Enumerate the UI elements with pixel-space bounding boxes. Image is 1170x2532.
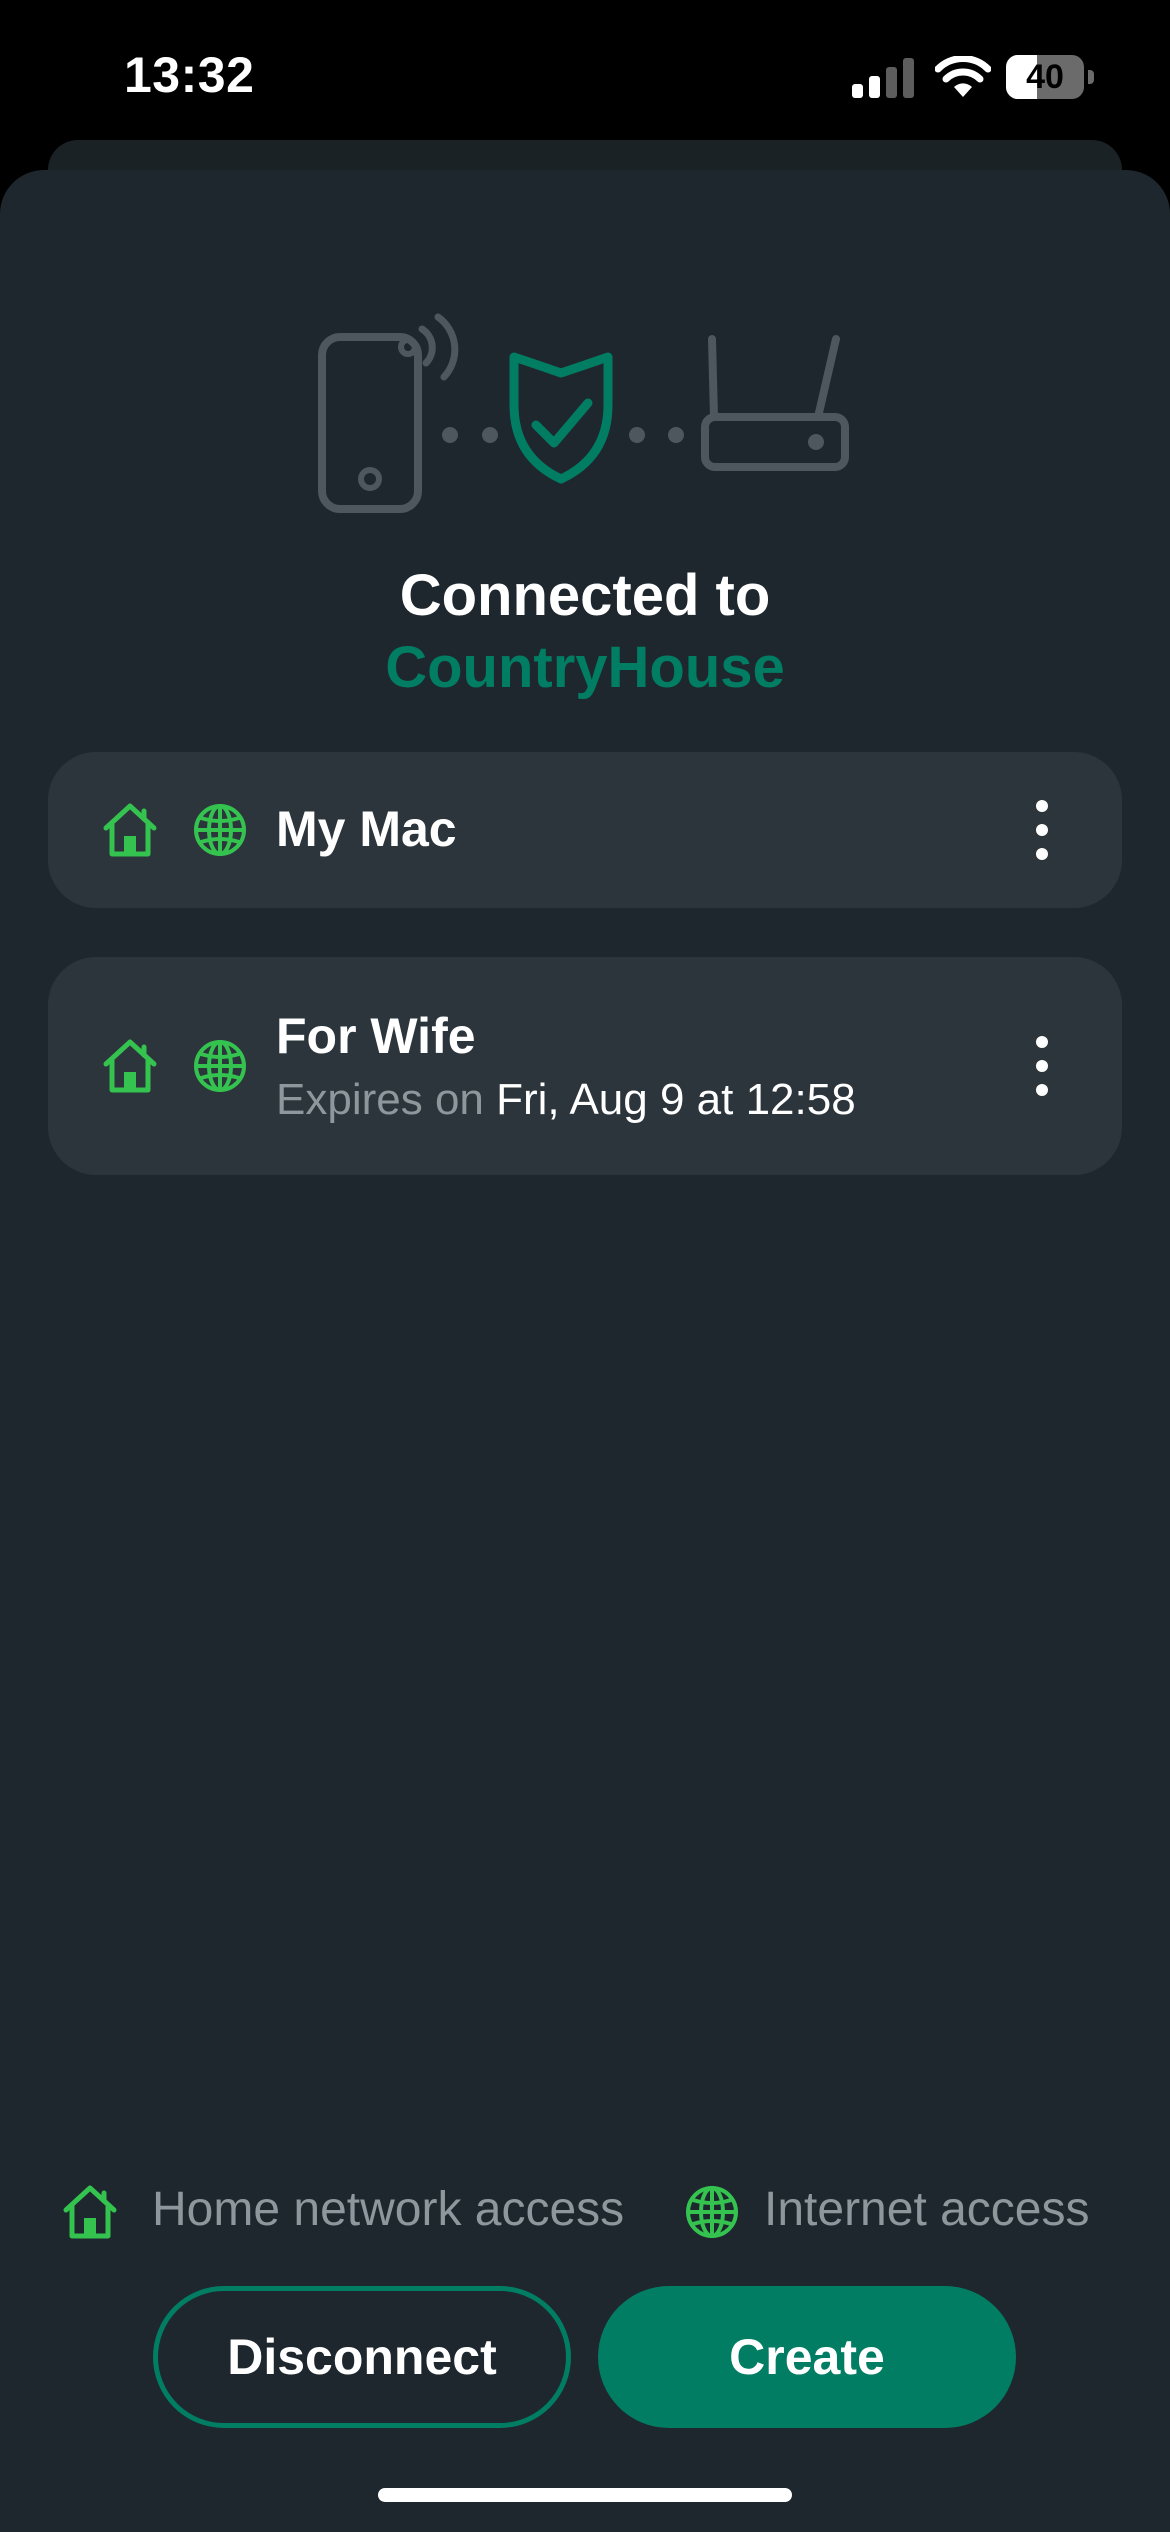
battery-level: 40 [1026,58,1064,96]
shield-check-icon [509,352,613,484]
disconnect-button[interactable]: Disconnect [153,2286,571,2428]
more-vertical-icon[interactable] [1022,1034,1062,1098]
network-name: CountryHouse [385,635,785,700]
cellular-signal-icon [852,58,914,98]
device-expiry: Expires on Fri, Aug 9 at 12:58 [276,1075,856,1125]
globe-icon [686,2186,738,2238]
device-card-for-wife[interactable]: For Wife Expires on Fri, Aug 9 at 12:58 [48,957,1122,1175]
dots-left [442,427,498,443]
status-bar: 13:32 40 [0,0,1170,150]
dots-right [629,427,684,443]
more-vertical-icon[interactable] [1022,798,1062,862]
phone-icon [318,313,459,513]
connection-status-title: Connected to [399,563,771,628]
legend-internet-label: Internet access [764,2183,1090,2236]
access-legend: Home network access Internet access [0,2178,1170,2244]
create-button[interactable]: Create [598,2286,1016,2428]
device-name: For Wife [276,1008,476,1064]
status-time: 13:32 [124,47,255,103]
globe-icon [194,1040,246,1092]
expiry-date: Fri, Aug 9 at 12:58 [496,1075,856,1124]
battery-icon: 40 [1006,55,1094,99]
home-icon [63,2185,117,2239]
device-name: My Mac [276,801,457,857]
home-indicator [378,2488,792,2502]
legend-home-label: Home network access [152,2183,625,2236]
globe-icon [194,804,246,856]
home-icon [103,1039,157,1093]
expiry-label: Expires on [276,1075,484,1124]
wifi-icon [935,56,991,97]
connection-illustration [318,313,849,513]
device-card-my-mac[interactable]: My Mac [48,752,1122,908]
router-icon [701,335,849,471]
home-icon [103,803,157,857]
